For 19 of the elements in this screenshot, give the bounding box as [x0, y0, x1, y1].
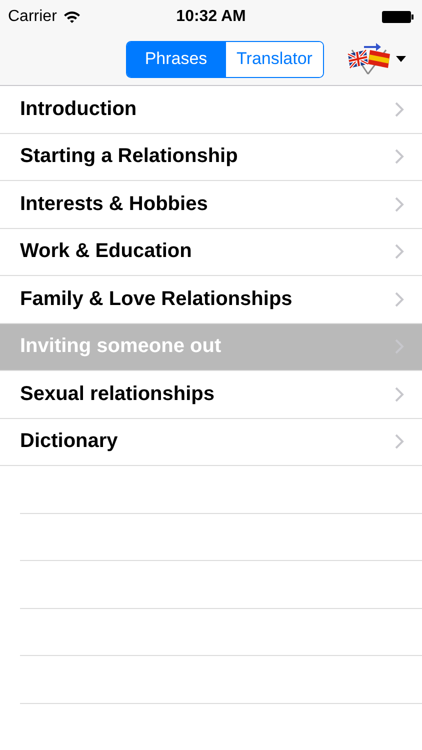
segment-tab[interactable]: Translator — [225, 42, 323, 76]
chevron-icon — [395, 149, 404, 164]
chevron-icon — [395, 434, 404, 450]
chevron-icon — [395, 386, 404, 402]
list-row[interactable]: Dictionary — [0, 418, 422, 466]
clock-time: 10:32 AM — [176, 8, 246, 26]
battery-icon — [382, 10, 414, 24]
list-row[interactable]: Starting a Relationship — [0, 134, 422, 181]
language-button[interactable] — [346, 42, 406, 76]
segment-tab[interactable]: Phrases — [127, 42, 225, 76]
carrier-label: Carrier — [8, 8, 57, 26]
list-row[interactable]: Work & Education — [0, 228, 422, 276]
caret-icon — [396, 56, 406, 62]
chevron-icon — [395, 102, 404, 117]
chevron-icon — [395, 244, 404, 260]
wifi-icon — [62, 10, 81, 24]
chevron-icon — [395, 196, 404, 212]
chevron-icon — [395, 292, 404, 307]
flags-icon — [346, 42, 392, 76]
